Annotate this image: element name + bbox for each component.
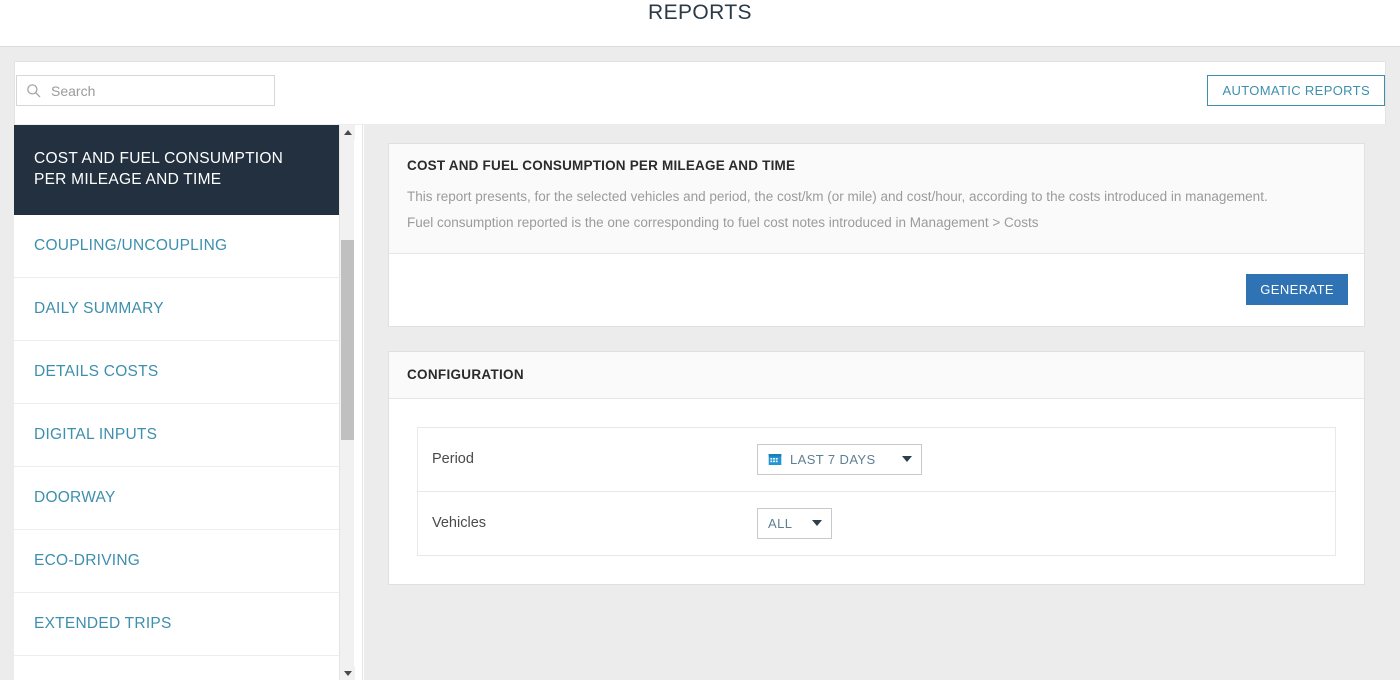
config-row-control: LAST 7 DAYS bbox=[757, 444, 922, 475]
sidebar-list[interactable]: COST AND FUEL CONSUMPTION PER MILEAGE AN… bbox=[14, 125, 348, 680]
scroll-up-button[interactable] bbox=[340, 125, 355, 140]
dropdown-vehicles[interactable]: ALL bbox=[757, 508, 832, 539]
search-input[interactable] bbox=[51, 83, 274, 99]
search-icon bbox=[26, 83, 41, 98]
config-row-1: Vehicles ALL bbox=[418, 492, 1335, 556]
sidebar-item-label: DETAILS COSTS bbox=[34, 362, 158, 383]
sidebar-scrollbar[interactable] bbox=[339, 125, 354, 680]
chevron-down-icon bbox=[902, 456, 912, 462]
config-row-label: Vehicles bbox=[432, 515, 757, 531]
configuration-card: CONFIGURATION Period LAST 7 DAYS Vehicles A… bbox=[388, 351, 1365, 585]
automatic-reports-button[interactable]: AUTOMATIC REPORTS bbox=[1207, 75, 1385, 106]
app-shell: AUTOMATIC REPORTS COST AND FUEL CONSUMPT… bbox=[0, 46, 1400, 680]
config-row-control: ALL bbox=[757, 508, 832, 539]
sidebar-item-6[interactable]: ECO-DRIVING bbox=[14, 530, 348, 593]
report-card-actions: GENERATE bbox=[389, 254, 1364, 326]
sidebar-item-label: DIGITAL INPUTS bbox=[34, 425, 157, 446]
configuration-title: CONFIGURATION bbox=[389, 352, 1364, 399]
page-header: REPORTS bbox=[0, 0, 1400, 46]
main-content: COST AND FUEL CONSUMPTION PER MILEAGE AN… bbox=[364, 125, 1387, 680]
generate-button[interactable]: GENERATE bbox=[1246, 274, 1348, 305]
workspace-card: AUTOMATIC REPORTS COST AND FUEL CONSUMPT… bbox=[14, 61, 1386, 680]
sidebar-item-label: DOORWAY bbox=[34, 488, 116, 509]
configuration-rows: Period LAST 7 DAYS Vehicles ALL bbox=[417, 427, 1336, 556]
sidebar-item-1[interactable]: COUPLING/UNCOUPLING bbox=[14, 215, 348, 278]
report-title: COST AND FUEL CONSUMPTION PER MILEAGE AN… bbox=[407, 158, 1346, 173]
page-title: REPORTS bbox=[648, 1, 752, 25]
scroll-down-button[interactable] bbox=[340, 666, 355, 680]
sidebar-item-4[interactable]: DIGITAL INPUTS bbox=[14, 404, 348, 467]
report-card: COST AND FUEL CONSUMPTION PER MILEAGE AN… bbox=[388, 143, 1365, 327]
chevron-down-icon bbox=[344, 671, 352, 676]
dropdown-period[interactable]: LAST 7 DAYS bbox=[757, 444, 922, 475]
sidebar-item-label: ECO-DRIVING bbox=[34, 551, 140, 572]
report-description: This report presents, for the selected v… bbox=[407, 184, 1297, 237]
sidebar-item-label: EXTENDED TRIPS bbox=[34, 614, 172, 635]
calendar-icon bbox=[768, 452, 782, 466]
sidebar-item-label: COST AND FUEL CONSUMPTION PER MILEAGE AN… bbox=[34, 149, 314, 191]
body-split: COST AND FUEL CONSUMPTION PER MILEAGE AN… bbox=[15, 125, 1385, 680]
sidebar-item-label: COUPLING/UNCOUPLING bbox=[34, 236, 227, 257]
sidebar-item-label: DAILY SUMMARY bbox=[34, 299, 164, 320]
sidebar-item-7[interactable]: EXTENDED TRIPS bbox=[14, 593, 348, 656]
dropdown-value: ALL bbox=[768, 516, 792, 531]
config-row-label: Period bbox=[432, 451, 757, 467]
toolbar: AUTOMATIC REPORTS bbox=[15, 62, 1385, 125]
sidebar-item-5[interactable]: DOORWAY bbox=[14, 467, 348, 530]
scrollbar-thumb[interactable] bbox=[341, 240, 354, 440]
search-box[interactable] bbox=[16, 75, 275, 106]
configuration-body: Period LAST 7 DAYS Vehicles ALL bbox=[389, 399, 1364, 584]
chevron-up-icon bbox=[344, 130, 352, 135]
config-row-0: Period LAST 7 DAYS bbox=[418, 428, 1335, 492]
chevron-down-icon bbox=[812, 520, 822, 526]
sidebar-item-3[interactable]: DETAILS COSTS bbox=[14, 341, 348, 404]
dropdown-value: LAST 7 DAYS bbox=[790, 452, 876, 467]
sidebar-item-2[interactable]: DAILY SUMMARY bbox=[14, 278, 348, 341]
sidebar-item-0[interactable]: COST AND FUEL CONSUMPTION PER MILEAGE AN… bbox=[14, 125, 348, 215]
sidebar: COST AND FUEL CONSUMPTION PER MILEAGE AN… bbox=[14, 125, 363, 680]
report-card-header: COST AND FUEL CONSUMPTION PER MILEAGE AN… bbox=[389, 144, 1364, 254]
